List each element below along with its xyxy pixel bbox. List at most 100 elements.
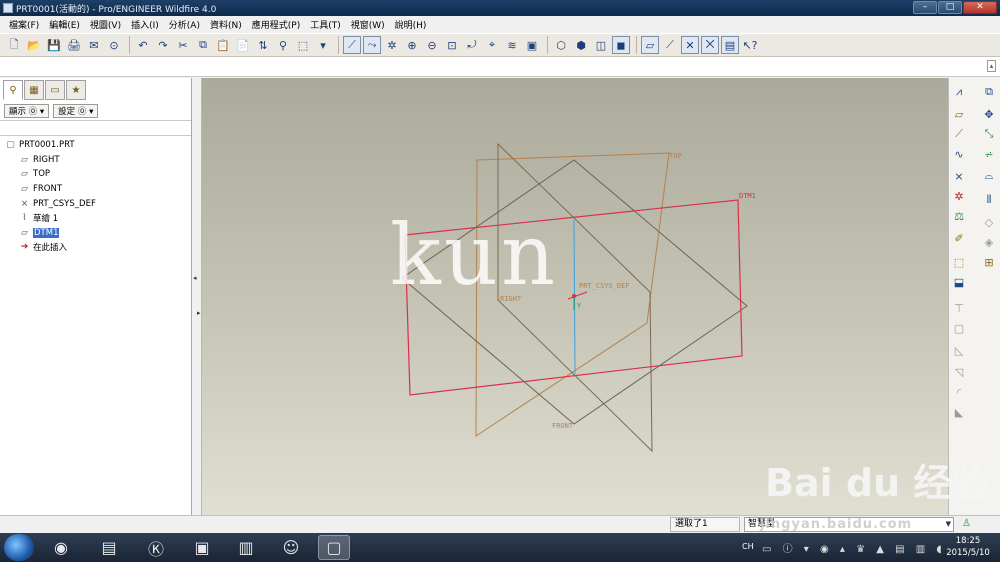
datum-planes-icon[interactable]: ▱ — [641, 36, 659, 54]
tree-item-sketch[interactable]: ⌇ 草繪 1 — [4, 211, 96, 226]
menu-insert[interactable]: 插入(I) — [126, 18, 164, 31]
collapse-left-icon[interactable]: ◂ — [193, 274, 197, 282]
start-button[interactable] — [4, 534, 34, 561]
view-manager-icon[interactable]: ▣ — [523, 36, 541, 54]
minimize-button[interactable]: – — [913, 1, 937, 14]
tray-icons[interactable]: ▭ ⓘ ▾ ◉ ▴ ♛ ▲ ▤ ▥ ◖ — [762, 540, 946, 555]
boundary-tool-icon[interactable]: ⌓ — [981, 168, 997, 184]
round-tool-icon[interactable]: ◜ — [951, 384, 967, 400]
menu-help[interactable]: 說明(H) — [390, 18, 432, 31]
chamfer-tool-icon[interactable]: ◣ — [951, 404, 967, 420]
cut-icon[interactable]: ✂ — [174, 36, 192, 54]
film-app-icon[interactable]: ▥ — [230, 535, 262, 560]
regenerate-icon[interactable]: ⇅ — [254, 36, 272, 54]
curve-tool-icon[interactable]: ∿ — [951, 146, 967, 162]
tree-item-dtm1[interactable]: ▱ DTM1 — [4, 226, 96, 241]
datum-points-icon[interactable]: ✕ — [681, 36, 699, 54]
hidden-line-icon[interactable]: ⬢ — [572, 36, 590, 54]
axis-tool-icon[interactable]: ⟋ — [951, 126, 967, 142]
transform-tool-icon[interactable]: ⤡ — [981, 126, 997, 142]
favorites-tab[interactable]: ★ — [66, 80, 86, 100]
zoom-in-icon[interactable]: ⊕ — [403, 36, 421, 54]
tree-item-insert-here[interactable]: ➔ 在此插入 — [4, 240, 96, 255]
move-tool-icon[interactable]: ✥ — [981, 106, 997, 122]
new-icon[interactable]: 🗋 — [5, 36, 23, 54]
menu-edit[interactable]: 編輯(E) — [44, 18, 85, 31]
rib-tool-icon[interactable]: ◺ — [951, 342, 967, 358]
trim-tool-icon[interactable]: ◈ — [981, 234, 997, 250]
panel-splitter[interactable]: ◂ ▸ — [192, 78, 202, 515]
menu-tools[interactable]: 工具(T) — [305, 18, 346, 31]
plane-tool-icon[interactable]: ▱ — [951, 106, 967, 122]
whats-this-icon[interactable]: ↖? — [741, 36, 759, 54]
draft-tool-icon[interactable]: ◹ — [951, 364, 967, 380]
copy-icon[interactable]: ⧉ — [194, 36, 212, 54]
paste-icon[interactable]: 📋 — [214, 36, 232, 54]
sketch-tool-icon[interactable]: ✐ — [951, 230, 967, 246]
reorient-icon[interactable]: ⤾ — [463, 36, 481, 54]
k-app-icon[interactable]: Ⓚ — [140, 535, 172, 560]
extrude-tool-icon[interactable]: ⬚ — [951, 254, 967, 270]
undo-icon[interactable]: ↶ — [134, 36, 152, 54]
orient-icon[interactable]: ⤳ — [363, 36, 381, 54]
datum-axes-icon[interactable]: ⟋ — [661, 36, 679, 54]
save-icon[interactable]: 💾 — [45, 36, 63, 54]
coord-sys-icon[interactable]: ⨉ — [701, 36, 719, 54]
spin-center-icon[interactable]: ✲ — [383, 36, 401, 54]
mirror-tool-icon[interactable]: ⫴ — [981, 192, 997, 208]
analysis-tool-icon[interactable]: ⚖ — [951, 208, 967, 224]
close-button[interactable]: ✕ — [963, 1, 997, 14]
tree-item-top[interactable]: ▱ TOP — [4, 167, 96, 182]
send-icon[interactable]: ✉ — [85, 36, 103, 54]
hole-tool-icon[interactable]: ⊤ — [951, 300, 967, 316]
shading-icon[interactable]: ◼ — [612, 36, 630, 54]
tree-item-csys[interactable]: ⨯ PRT_CSYS_DEF — [4, 196, 96, 211]
no-hidden-icon[interactable]: ◫ — [592, 36, 610, 54]
point-tool-icon[interactable]: ⨯ — [951, 168, 967, 184]
menu-info[interactable]: 資料(N) — [205, 18, 247, 31]
revolve-tool-icon[interactable]: ⬓ — [951, 274, 967, 290]
paste-special-icon[interactable]: 📄 — [234, 36, 252, 54]
wireframe-icon[interactable]: ⬡ — [552, 36, 570, 54]
tree-item-right[interactable]: ▱ RIGHT — [4, 153, 96, 168]
graphics-window[interactable]: TOP DTM1 RIGHT FRONT PRT_CSYS_DEF Y kun — [202, 78, 948, 515]
find-icon[interactable]: ⚲ — [274, 36, 292, 54]
zoom-out-icon[interactable]: ⊖ — [423, 36, 441, 54]
search-icon[interactable]: ⊙ — [105, 36, 123, 54]
shell-tool-icon[interactable]: ▢ — [951, 320, 967, 336]
language-indicator[interactable]: CH — [742, 542, 754, 551]
dropdown-icon[interactable]: ▾ — [314, 36, 332, 54]
expand-right-icon[interactable]: ▸ — [197, 309, 201, 317]
collapse-icon[interactable]: ▴ — [987, 60, 996, 72]
folder-tab[interactable]: ▭ — [45, 80, 65, 100]
show-button[interactable]: 顯示 ⓪ ▾ — [4, 104, 50, 118]
menu-window[interactable]: 視窗(W) — [346, 18, 390, 31]
menu-applications[interactable]: 應用程式(P) — [247, 18, 305, 31]
saved-views-icon[interactable]: ⌖ — [483, 36, 501, 54]
select-box-icon[interactable]: ⬚ — [294, 36, 312, 54]
layer-tree-tab[interactable]: ▦ — [24, 80, 44, 100]
pattern-tool-icon[interactable]: ⊞ — [981, 254, 997, 270]
redo-icon[interactable]: ↷ — [154, 36, 172, 54]
chevron-down-icon[interactable]: ▼ — [946, 518, 951, 531]
maximize-button[interactable]: □ — [938, 1, 962, 14]
merge-tool-icon[interactable]: ◇ — [981, 214, 997, 230]
layers-icon[interactable]: ≋ — [503, 36, 521, 54]
clock[interactable]: 18:25 2015/5/10 — [940, 535, 996, 559]
media-app-icon[interactable]: ◉ — [45, 535, 77, 560]
proe-app-icon[interactable]: ▢ — [318, 535, 350, 560]
annotations-icon[interactable]: ▤ — [721, 36, 739, 54]
qq-app-icon[interactable]: ☺ — [275, 535, 307, 560]
explorer-app-icon[interactable]: ▤ — [93, 535, 125, 560]
surface-tool-icon[interactable]: ⩫ — [981, 146, 997, 162]
tree-item-front[interactable]: ▱ FRONT — [4, 182, 96, 197]
menu-view[interactable]: 視圖(V) — [85, 18, 126, 31]
settings-button[interactable]: 設定 ⓪ ▾ — [53, 104, 99, 118]
copy-tool-icon[interactable]: ⧉ — [981, 84, 997, 100]
csys-tool-icon[interactable]: ✲ — [951, 188, 967, 204]
print-icon[interactable]: 🖨 — [65, 36, 83, 54]
repaint-icon[interactable]: ⟋ — [343, 36, 361, 54]
model-tree-tab[interactable]: ⚲ — [3, 80, 23, 100]
menu-file[interactable]: 檔案(F) — [4, 18, 44, 31]
datum-plane-tool-icon[interactable]: ⩘ — [951, 84, 967, 100]
